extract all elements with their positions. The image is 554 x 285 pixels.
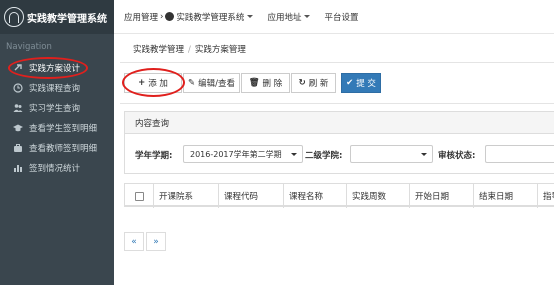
- panel-title: 内容查询: [125, 112, 554, 134]
- select-all-checkbox[interactable]: [134, 191, 144, 201]
- briefcase-icon: [13, 143, 23, 153]
- chevron-down-icon: [291, 153, 297, 156]
- college-label: 二级学院:: [305, 151, 343, 161]
- select-all-cell: [125, 184, 153, 208]
- delete-button[interactable]: 🗑 删 除: [241, 73, 290, 93]
- sidebar-item-label: 实践方案设计: [29, 64, 81, 74]
- refresh-icon: ↻: [298, 78, 306, 88]
- prev-page-button[interactable]: «: [124, 232, 144, 251]
- sidebar-item-plan-design[interactable]: 实践方案设计: [0, 59, 114, 77]
- query-panel: 内容查询 学年学期: 2016-2017学年第二学期 二级学院: 审核状态:: [124, 111, 554, 174]
- toolbar: + 添 加 ✎ 编辑/查看 🗑 删 除 ↻ 刷 新 ✔ 提 交: [124, 73, 382, 93]
- menu-app-manage[interactable]: 应用管理 › 实践教学管理系统: [124, 11, 254, 23]
- column-header[interactable]: 实践周数: [346, 184, 409, 208]
- sidebar-item-label: 实习学生查询: [29, 104, 81, 114]
- breadcrumb-item: 实践方案管理: [194, 45, 246, 55]
- nav-heading: Navigation: [6, 42, 52, 52]
- add-button[interactable]: + 添 加: [124, 73, 182, 93]
- bar-chart-icon: [13, 163, 23, 173]
- app-brand[interactable]: 实践教学管理系统: [0, 0, 114, 34]
- menu-app-address[interactable]: 应用地址: [267, 11, 311, 23]
- sidebar: 实践教学管理系统 Navigation 实践方案设计 实践课程查询 实习学生查询…: [0, 0, 114, 285]
- column-header[interactable]: 课程代码: [218, 184, 283, 208]
- sidebar-item-label: 查看学生签到明细: [29, 124, 98, 134]
- app-logo: [4, 7, 24, 27]
- edit-icon: ✎: [188, 78, 196, 88]
- refresh-button[interactable]: ↻ 刷 新: [291, 73, 336, 93]
- status-label: 审核状态:: [438, 151, 476, 161]
- term-label: 学年学期:: [135, 151, 173, 161]
- link-icon: [13, 63, 23, 73]
- globe-icon: [165, 12, 175, 21]
- app-title: 实践教学管理系统: [27, 13, 107, 25]
- column-header[interactable]: 开课院系: [153, 184, 218, 208]
- data-table: 开课院系 课程代码 课程名称 实践周数 开始日期 结束日期 指导: [124, 183, 554, 208]
- status-select[interactable]: [485, 145, 554, 163]
- breadcrumb-item[interactable]: 实践教学管理: [133, 45, 184, 55]
- edit-view-button[interactable]: ✎ 编辑/查看: [183, 73, 240, 93]
- column-header[interactable]: 课程名称: [283, 184, 346, 208]
- sidebar-item-course-query[interactable]: 实践课程查询: [0, 79, 114, 97]
- trash-icon: 🗑: [248, 78, 260, 88]
- next-page-button[interactable]: »: [146, 232, 166, 251]
- column-header[interactable]: 结束日期: [473, 184, 537, 208]
- query-form: 学年学期: 2016-2017学年第二学期 二级学院: 审核状态:: [125, 143, 554, 165]
- sidebar-item-student-signin[interactable]: 查看学生签到明细: [0, 119, 114, 137]
- breadcrumb: 实践教学管理 / 实践方案管理: [133, 43, 246, 55]
- users-icon: [13, 103, 23, 113]
- chevron-down-icon: [304, 15, 311, 18]
- menu-platform-settings[interactable]: 平台设置: [324, 11, 358, 23]
- plus-icon: +: [138, 78, 146, 88]
- sidebar-item-student-query[interactable]: 实习学生查询: [0, 99, 114, 117]
- sidebar-item-label: 签到情况统计: [29, 164, 81, 174]
- column-header[interactable]: 指导: [537, 184, 554, 208]
- divider: [120, 103, 554, 104]
- chevron-down-icon: [421, 153, 427, 156]
- pagination: « »: [124, 232, 166, 251]
- chevron-right-icon: ›: [160, 11, 164, 22]
- divider: [120, 62, 554, 63]
- college-select[interactable]: [350, 145, 433, 163]
- sidebar-item-label: 查看教师签到明细: [29, 144, 98, 154]
- check-icon: ✔: [346, 78, 354, 88]
- chevron-down-icon: [247, 15, 254, 18]
- sidebar-item-signin-stats[interactable]: 签到情况统计: [0, 159, 114, 177]
- submit-button[interactable]: ✔ 提 交: [341, 73, 381, 93]
- column-header[interactable]: 开始日期: [409, 184, 473, 208]
- term-select[interactable]: 2016-2017学年第二学期: [183, 145, 303, 163]
- top-navbar: 应用管理 › 实践教学管理系统 应用地址 平台设置: [114, 0, 554, 34]
- graduation-cap-icon: [13, 123, 23, 133]
- breadcrumb-separator: /: [188, 45, 191, 55]
- clock-icon: [13, 83, 23, 93]
- sidebar-item-teacher-signin[interactable]: 查看教师签到明细: [0, 139, 114, 157]
- sidebar-item-label: 实践课程查询: [29, 84, 81, 94]
